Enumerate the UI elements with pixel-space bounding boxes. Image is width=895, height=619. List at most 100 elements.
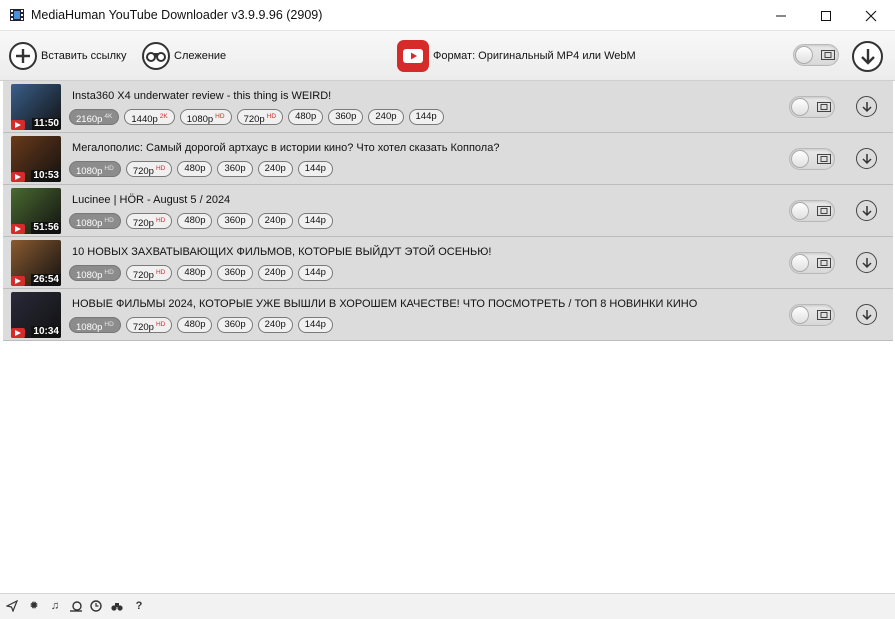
music-note-icon[interactable]: ♫ <box>49 600 61 612</box>
format-chip[interactable]: 144p <box>297 317 333 333</box>
title-bar: MediaHuman YouTube Downloader v3.9.9.96 … <box>0 0 895 31</box>
format-chip[interactable]: 1080p HD <box>179 109 232 125</box>
format-chip[interactable]: 144p <box>297 161 333 177</box>
format-chip-tag: HD <box>104 217 114 224</box>
format-chip[interactable]: 1080p HD <box>69 317 121 333</box>
format-chip-label: 1080p <box>76 270 103 281</box>
video-only-toggle[interactable] <box>789 252 835 274</box>
minimize-button[interactable] <box>758 0 803 31</box>
format-chip[interactable]: 240p <box>257 317 293 333</box>
window-title: MediaHuman YouTube Downloader v3.9.9.96 … <box>31 8 323 22</box>
format-chip-label: 360p <box>224 215 246 226</box>
arrow-down-icon <box>861 309 872 320</box>
download-button[interactable] <box>856 148 877 169</box>
format-chip[interactable]: 720p HD <box>125 213 173 229</box>
youtube-icon <box>11 224 25 234</box>
arrow-down-icon <box>861 101 872 112</box>
arrow-down-icon <box>860 48 875 65</box>
format-chip[interactable]: 480p <box>177 161 213 177</box>
format-chip-label: 360p <box>224 319 246 330</box>
youtube-icon <box>397 40 429 72</box>
video-only-toggle[interactable] <box>789 96 835 118</box>
format-chip[interactable]: 144p <box>297 213 333 229</box>
download-all-button[interactable] <box>852 41 883 72</box>
video-thumbnail: 10:53 <box>11 136 61 182</box>
download-button[interactable] <box>856 96 877 117</box>
format-chip[interactable]: 720p HD <box>125 317 173 333</box>
format-chip-label: 360p <box>335 111 357 122</box>
youtube-icon <box>11 276 25 286</box>
snail-icon[interactable] <box>69 600 82 612</box>
format-selector[interactable]: Формат: Оригинальный MP4 или WebM <box>397 40 636 72</box>
maximize-button[interactable] <box>803 0 848 31</box>
film-icon <box>821 50 835 60</box>
binoculars-icon[interactable] <box>111 600 123 612</box>
format-chip[interactable]: 1440p 2K <box>124 109 175 125</box>
format-chips: 1080p HD 720p HD 480p 360p 240p 144p <box>69 317 333 333</box>
format-chip[interactable]: 144p <box>408 109 444 125</box>
format-chip[interactable]: 480p <box>177 265 213 281</box>
video-row[interactable]: 11:50 Insta360 X4 underwater review - th… <box>3 81 893 133</box>
format-chip-label: 144p <box>304 319 326 330</box>
format-chip[interactable]: 720p HD <box>125 161 173 177</box>
send-icon[interactable] <box>5 599 19 613</box>
format-chip[interactable]: 720p HD <box>236 109 284 125</box>
video-duration: 51:56 <box>31 222 61 234</box>
format-chip[interactable]: 240p <box>257 161 293 177</box>
format-chip[interactable]: 360p <box>328 109 364 125</box>
format-chip[interactable]: 480p <box>177 317 213 333</box>
format-chip-tag: HD <box>104 165 114 172</box>
video-row[interactable]: 10:34 НОВЫЕ ФИЛЬМЫ 2024, КОТОРЫЕ УЖЕ ВЫШ… <box>3 289 893 341</box>
binoculars-icon <box>142 42 170 70</box>
format-chip-label: 480p <box>184 267 206 278</box>
film-icon <box>817 206 831 216</box>
format-chip-label: 720p <box>132 270 154 281</box>
format-chip[interactable]: 144p <box>297 265 333 281</box>
format-chip[interactable]: 480p <box>177 213 213 229</box>
arrow-down-icon <box>861 153 872 164</box>
download-button[interactable] <box>856 200 877 221</box>
gear-icon[interactable]: ✹ <box>28 600 40 612</box>
video-duration: 26:54 <box>31 274 61 286</box>
global-video-toggle[interactable] <box>793 44 839 66</box>
format-chip-label: 1440p <box>131 114 158 125</box>
video-row[interactable]: 10:53 Мегалополис: Самый дорогой артхаус… <box>3 133 893 185</box>
download-button[interactable] <box>856 252 877 273</box>
format-chip-label: 720p <box>132 322 154 333</box>
format-chip[interactable]: 2160p 4K <box>69 109 120 125</box>
format-chip[interactable]: 1080p HD <box>69 213 121 229</box>
format-chip[interactable]: 240p <box>368 109 404 125</box>
format-chip-label: 144p <box>304 215 326 226</box>
download-button[interactable] <box>856 304 877 325</box>
format-chip[interactable]: 360p <box>217 161 253 177</box>
format-chip[interactable]: 1080p HD <box>69 265 121 281</box>
format-chip[interactable]: 1080p HD <box>69 161 121 177</box>
format-chip[interactable]: 360p <box>217 265 253 281</box>
video-title: 10 НОВЫХ ЗАХВАТЫВАЮЩИХ ФИЛЬМОВ, КОТОРЫЕ … <box>72 246 492 258</box>
video-row[interactable]: 51:56 Lucinee | HÖR - August 5 / 2024 10… <box>3 185 893 237</box>
video-thumbnail: 26:54 <box>11 240 61 286</box>
format-chip[interactable]: 240p <box>257 265 293 281</box>
format-chip[interactable]: 360p <box>217 317 253 333</box>
format-chip[interactable]: 240p <box>257 213 293 229</box>
video-row[interactable]: 26:54 10 НОВЫХ ЗАХВАТЫВАЮЩИХ ФИЛЬМОВ, КО… <box>3 237 893 289</box>
format-chip-label: 2160p <box>76 114 103 125</box>
video-only-toggle[interactable] <box>789 304 835 326</box>
help-icon[interactable]: ? <box>133 600 145 612</box>
video-only-toggle[interactable] <box>789 148 835 170</box>
format-label: Формат: Оригинальный MP4 или WebM <box>433 50 636 62</box>
video-only-toggle[interactable] <box>789 200 835 222</box>
format-chip-label: 480p <box>184 163 206 174</box>
format-chip-label: 240p <box>264 319 286 330</box>
format-chip[interactable]: 480p <box>288 109 324 125</box>
format-chip-tag: 2K <box>159 113 168 120</box>
tracking-button[interactable]: Слежение <box>142 42 226 70</box>
clock-icon[interactable] <box>90 600 102 612</box>
format-chip-label: 240p <box>264 267 286 278</box>
format-chip[interactable]: 360p <box>217 213 253 229</box>
paste-link-button[interactable]: Вставить ссылку <box>9 42 126 70</box>
format-chip[interactable]: 720p HD <box>125 265 173 281</box>
format-chip-label: 1080p <box>76 218 103 229</box>
close-button[interactable] <box>848 0 893 31</box>
close-icon <box>865 10 876 21</box>
